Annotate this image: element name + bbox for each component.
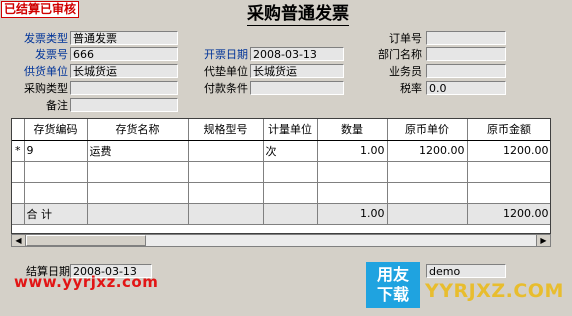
col-header-amount[interactable]: 原币金额 [467, 119, 550, 141]
scroll-right-icon[interactable]: ▶ [536, 235, 550, 246]
supplier-field[interactable]: 长城货运 [70, 64, 178, 78]
issue-date-label: 开票日期 [204, 48, 248, 61]
page-title: 采购普通发票 [247, 4, 349, 26]
status-stamp: 已结算已审核 [1, 1, 80, 18]
invoice-no-field[interactable]: 666 [70, 47, 178, 61]
invoice-lines-grid[interactable]: 存货编码 存货名称 规格型号 计量单位 数量 原币单价 原币金额 * 9 运费 … [11, 118, 551, 234]
remark-field[interactable] [70, 98, 178, 112]
order-no-field[interactable] [426, 31, 506, 45]
cell-name[interactable]: 运费 [87, 140, 189, 162]
watermark-logo-line2: 下载 [376, 285, 409, 304]
tax-rate-field[interactable]: 0.0 [426, 81, 506, 95]
tax-rate-label: 税率 [400, 82, 422, 95]
grid-horizontal-scrollbar[interactable]: ◀ ▶ [11, 234, 551, 247]
invoice-no-label: 发票号 [35, 48, 68, 61]
watermark-url-right: YYRJXZ.COM [425, 280, 564, 302]
clerk-field[interactable] [426, 64, 506, 78]
issue-date-field[interactable]: 2008-03-13 [250, 47, 344, 61]
col-header-qty[interactable]: 数量 [317, 119, 388, 141]
table-row-empty[interactable] [12, 182, 550, 204]
row-header-corner[interactable] [12, 119, 25, 141]
table-row[interactable]: * 9 运费 次 1.00 1200.00 1200.00 [12, 140, 550, 162]
payment-terms-field[interactable] [250, 81, 344, 95]
order-no-label: 订单号 [389, 32, 422, 45]
table-row-empty[interactable] [12, 161, 550, 183]
cell-unit[interactable]: 次 [263, 140, 318, 162]
remark-label: 备注 [46, 99, 68, 112]
cell-price[interactable]: 1200.00 [387, 140, 468, 162]
total-amount: 1200.00 [467, 203, 550, 225]
total-row: 合 计 1.00 1200.00 [12, 203, 550, 225]
cell-qty[interactable]: 1.00 [317, 140, 388, 162]
clerk-label: 业务员 [389, 65, 422, 78]
dept-field[interactable] [426, 47, 506, 61]
col-header-price[interactable]: 原币单价 [387, 119, 468, 141]
supplier-label: 供货单位 [24, 65, 68, 78]
agent-field[interactable]: 长城货运 [250, 64, 344, 78]
purchase-type-label: 采购类型 [24, 82, 68, 95]
agent-label: 代垫单位 [204, 65, 248, 78]
col-header-code[interactable]: 存货编码 [24, 119, 88, 141]
invoice-type-field[interactable]: 普通发票 [70, 31, 178, 45]
payment-terms-label: 付款条件 [204, 82, 248, 95]
watermark-logo: 用友 下载 [366, 262, 420, 308]
dept-label: 部门名称 [378, 48, 422, 61]
watermark-logo-line1: 用友 [376, 265, 409, 284]
row-marker: * [12, 140, 25, 162]
col-header-spec[interactable]: 规格型号 [188, 119, 264, 141]
total-label: 合 计 [24, 203, 88, 225]
total-qty: 1.00 [317, 203, 388, 225]
grid-header-row: 存货编码 存货名称 规格型号 计量单位 数量 原币单价 原币金额 [12, 119, 550, 141]
col-header-unit[interactable]: 计量单位 [263, 119, 318, 141]
watermark-url-left: www.yyrjxz.com [14, 273, 159, 291]
scrollbar-thumb[interactable] [26, 235, 146, 246]
cell-amount[interactable]: 1200.00 [467, 140, 550, 162]
scroll-left-icon[interactable]: ◀ [12, 235, 26, 246]
col-header-name[interactable]: 存货名称 [87, 119, 189, 141]
invoice-type-label: 发票类型 [24, 32, 68, 45]
operator-field[interactable]: demo [426, 264, 506, 278]
cell-spec[interactable] [188, 140, 264, 162]
purchase-type-field[interactable] [70, 81, 178, 95]
cell-code[interactable]: 9 [24, 140, 88, 162]
